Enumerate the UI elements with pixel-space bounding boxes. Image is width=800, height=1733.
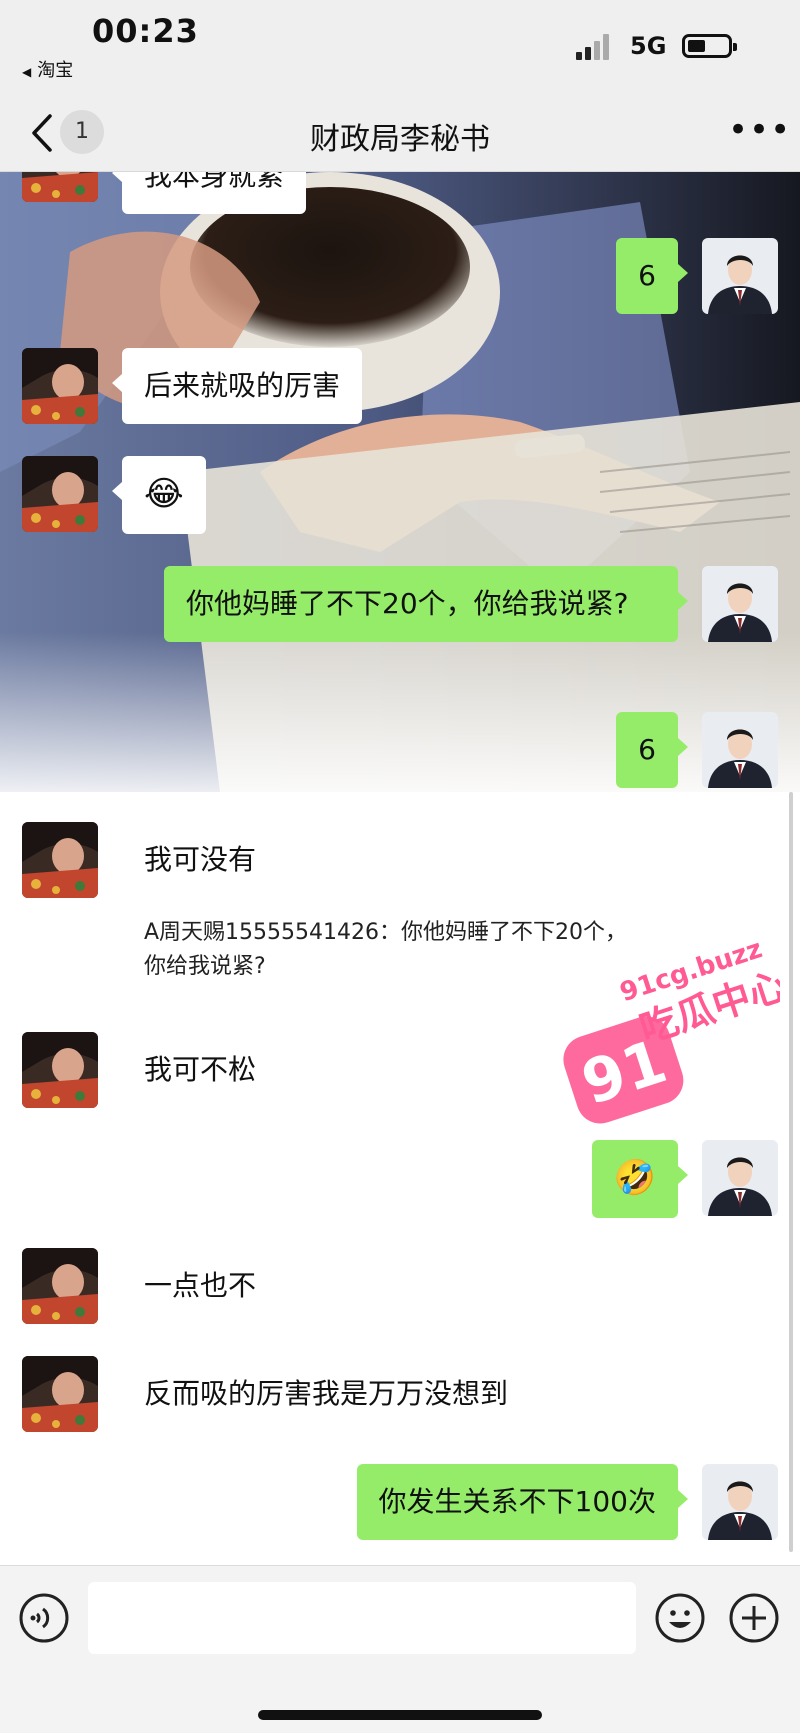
laughing-emoji-icon: 😂 bbox=[144, 474, 184, 514]
message-bubble-outgoing[interactable]: 🤣 bbox=[591, 1140, 689, 1218]
chevron-left-icon bbox=[32, 114, 52, 152]
message-bubble-incoming[interactable]: 我可没有 bbox=[122, 822, 278, 898]
my-avatar[interactable] bbox=[702, 1140, 778, 1216]
my-avatar[interactable] bbox=[702, 1464, 778, 1540]
wallpaper-fade bbox=[0, 632, 800, 812]
message-bubble-outgoing[interactable]: 6 bbox=[616, 712, 688, 788]
scrollbar[interactable] bbox=[789, 792, 793, 1552]
crying-laughing-emoji-icon: 🤣 bbox=[613, 1158, 656, 1198]
my-avatar[interactable] bbox=[702, 566, 778, 642]
plus-icon[interactable] bbox=[728, 1592, 780, 1644]
contact-avatar[interactable] bbox=[22, 348, 98, 424]
home-indicator[interactable] bbox=[258, 1710, 542, 1720]
clock: 00:23 bbox=[92, 12, 199, 50]
quoted-message[interactable]: A周天赐15555541426：你他妈睡了不下20个，你给我说紧? bbox=[144, 916, 644, 984]
message-bubble-outgoing[interactable]: 你发生关系不下100次 bbox=[356, 1464, 689, 1540]
contact-avatar[interactable] bbox=[22, 1032, 98, 1108]
message-bubble-incoming[interactable]: 反而吸的厉害我是万万没想到 bbox=[122, 1356, 530, 1432]
voice-icon[interactable] bbox=[18, 1592, 70, 1644]
more-options-icon[interactable]: ••• bbox=[728, 113, 790, 150]
status-bar: 00:23 ◀ 淘宝 5G bbox=[0, 0, 800, 100]
message-bubble-incoming[interactable]: 我可不松 bbox=[122, 1032, 278, 1108]
chat-header: 1 财政局李秘书 ••• bbox=[0, 100, 800, 172]
network-type: 5G bbox=[630, 32, 667, 60]
chat-area[interactable]: 我本身就紧 6 后来就吸的厉害 😂 你他妈睡了不下20个，你给我说紧? 6 我可… bbox=[0, 172, 800, 1565]
message-bubble-incoming[interactable]: 我本身就紧 bbox=[111, 172, 307, 214]
chat-title: 财政局李秘书 bbox=[310, 122, 490, 157]
message-bubble-incoming[interactable]: 一点也不 bbox=[122, 1248, 278, 1324]
signal-icon bbox=[576, 32, 616, 60]
contact-avatar[interactable] bbox=[22, 456, 98, 532]
message-bubble-outgoing[interactable]: 你他妈睡了不下20个，你给我说紧? bbox=[164, 566, 688, 642]
battery-level bbox=[688, 40, 705, 52]
battery-icon bbox=[682, 34, 737, 58]
contact-avatar[interactable] bbox=[22, 172, 98, 202]
back-button[interactable] bbox=[24, 110, 60, 156]
watermark-number: 91 bbox=[574, 1027, 675, 1119]
unread-count-badge: 1 bbox=[60, 110, 104, 154]
contact-avatar[interactable] bbox=[22, 1356, 98, 1432]
message-bubble-outgoing[interactable]: 6 bbox=[616, 238, 688, 314]
back-triangle-icon: ◀ bbox=[22, 65, 32, 79]
back-to-app[interactable]: ◀ 淘宝 bbox=[22, 56, 73, 82]
watermark-label: 吃瓜中心 bbox=[634, 963, 780, 1052]
contact-avatar[interactable] bbox=[22, 1248, 98, 1324]
my-avatar[interactable] bbox=[702, 238, 778, 314]
input-bar bbox=[0, 1565, 800, 1733]
my-avatar[interactable] bbox=[702, 712, 778, 788]
message-bubble-incoming[interactable]: 😂 bbox=[112, 456, 206, 534]
message-input[interactable] bbox=[88, 1582, 636, 1654]
emoji-icon[interactable] bbox=[654, 1592, 706, 1644]
contact-avatar[interactable] bbox=[22, 822, 98, 898]
back-app-label: 淘宝 bbox=[37, 60, 74, 81]
message-bubble-incoming[interactable]: 后来就吸的厉害 bbox=[111, 348, 363, 424]
